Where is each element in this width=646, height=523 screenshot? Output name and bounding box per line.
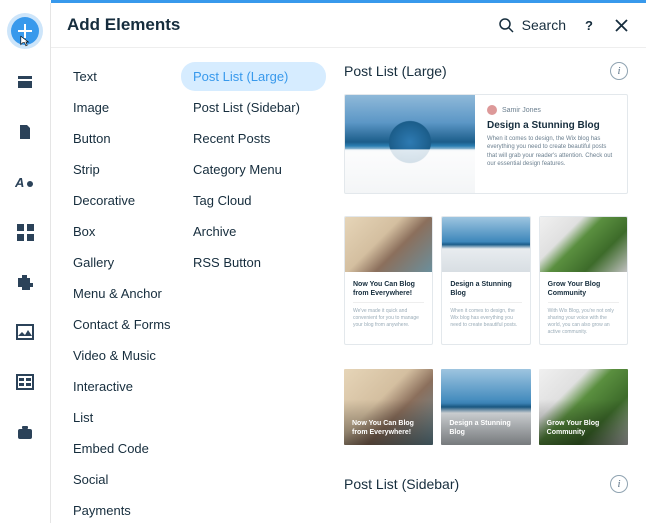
panel-title: Add Elements (67, 15, 499, 35)
category-item[interactable]: Social (63, 465, 181, 494)
subcategory-item[interactable]: Recent Posts (181, 124, 326, 153)
subcategory-item[interactable]: Post List (Large) (181, 62, 326, 91)
category-item[interactable]: Box (63, 217, 181, 246)
category-item[interactable]: Strip (63, 155, 181, 184)
left-rail: A (0, 3, 51, 523)
category-item[interactable]: Interactive (63, 372, 181, 401)
category-item[interactable]: Decorative (63, 186, 181, 215)
add-elements-panel: Add Elements Search ? TextImageButtonStr… (51, 3, 646, 523)
avatar (487, 105, 497, 115)
search-icon (499, 18, 514, 33)
subcategory-list: Post List (Large)Post List (Sidebar)Rece… (181, 48, 326, 523)
preview-pane: Post List (Large) i Samir Jones Design a… (326, 48, 646, 523)
help-button[interactable]: ? (580, 16, 598, 34)
hero-title: Design a Stunning Blog (487, 120, 615, 131)
rail-media-icon[interactable] (12, 319, 38, 345)
subcategory-item[interactable]: Post List (Sidebar) (181, 93, 326, 122)
category-item[interactable]: Menu & Anchor (63, 279, 181, 308)
rail-page-icon[interactable] (12, 119, 38, 145)
category-item[interactable]: Button (63, 124, 181, 153)
card-image (442, 217, 529, 272)
info-icon[interactable]: i (610, 62, 628, 80)
card-image (540, 217, 627, 272)
preset-grid-cards[interactable]: Now You Can Blog from Everywhere!We've m… (344, 216, 628, 345)
overlay-card: Design a Stunning Blog (441, 369, 530, 445)
rail-design-icon[interactable]: A (12, 169, 38, 195)
overlay-card: Now You Can Blog from Everywhere! (344, 369, 433, 445)
subcategory-item[interactable]: Archive (181, 217, 326, 246)
card: Now You Can Blog from Everywhere!We've m… (344, 216, 433, 345)
overlay-card: Grow Your Blog Community (539, 369, 628, 445)
category-item[interactable]: Text (63, 62, 181, 91)
category-list: TextImageButtonStripDecorativeBoxGallery… (51, 48, 181, 523)
section-title: Post List (Sidebar) (344, 476, 459, 492)
search-button[interactable]: Search (499, 17, 566, 33)
svg-text:A: A (15, 175, 24, 190)
rail-pages-icon[interactable] (12, 69, 38, 95)
subcategory-item[interactable]: Tag Cloud (181, 186, 326, 215)
preset-grid-overlay[interactable]: Now You Can Blog from Everywhere! Design… (344, 369, 628, 445)
category-item[interactable]: List (63, 403, 181, 432)
category-item[interactable]: Contact & Forms (63, 310, 181, 339)
panel-header: Add Elements Search ? (51, 3, 646, 48)
hero-image (345, 95, 475, 193)
category-item[interactable]: Payments (63, 496, 181, 523)
card: Grow Your Blog CommunityWith Wix Blog, y… (539, 216, 628, 345)
card: Design a Stunning BlogWhen it comes to d… (441, 216, 530, 345)
category-item[interactable]: Image (63, 93, 181, 122)
section-title: Post List (Large) (344, 63, 447, 79)
info-icon[interactable]: i (610, 475, 628, 493)
preset-hero[interactable]: Samir Jones Design a Stunning Blog When … (344, 94, 628, 194)
svg-text:?: ? (585, 18, 593, 32)
rail-addons-icon[interactable] (12, 269, 38, 295)
category-item[interactable]: Embed Code (63, 434, 181, 463)
rail-content-icon[interactable] (12, 369, 38, 395)
close-button[interactable] (612, 16, 630, 34)
subcategory-item[interactable]: RSS Button (181, 248, 326, 277)
card-image (345, 217, 432, 272)
hero-author: Samir Jones (502, 107, 541, 114)
category-item[interactable]: Gallery (63, 248, 181, 277)
hero-desc: When it comes to design, the Wix blog ha… (487, 135, 615, 169)
subcategory-item[interactable]: Category Menu (181, 155, 326, 184)
rail-apps-icon[interactable] (12, 219, 38, 245)
rail-business-icon[interactable] (12, 419, 38, 445)
category-item[interactable]: Video & Music (63, 341, 181, 370)
search-label: Search (522, 17, 566, 33)
add-elements-button[interactable] (11, 17, 39, 45)
